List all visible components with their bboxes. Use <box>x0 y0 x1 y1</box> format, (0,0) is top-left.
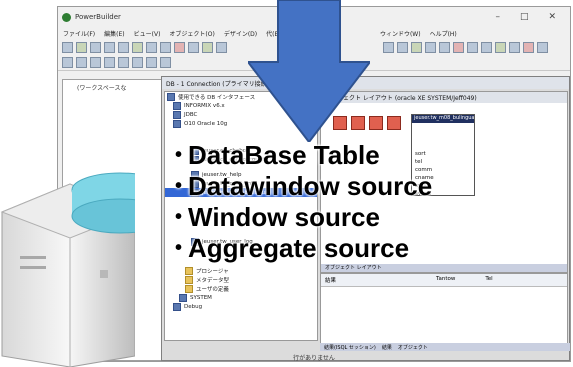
tab-isql-result[interactable]: 結果(ISQL セッション) <box>324 344 376 351</box>
toolbar-button-icon[interactable] <box>188 42 199 53</box>
tree-item[interactable]: SYSTEM <box>165 293 317 302</box>
table-object-icon[interactable] <box>387 116 401 130</box>
toolbar-button-icon[interactable] <box>537 42 548 53</box>
toolbar-button-icon[interactable] <box>202 42 213 53</box>
result-tabs: 結果(ISQL セッション) 結果 オブジェクト <box>320 343 570 351</box>
database-icon <box>173 110 181 119</box>
toolbar-button-icon[interactable] <box>216 42 227 53</box>
tree-item-folder[interactable]: ユーザの定義 <box>165 284 317 293</box>
down-arrow-icon <box>248 0 370 142</box>
menu-view[interactable]: ビュー(V) <box>134 29 161 38</box>
database-icon <box>173 119 181 128</box>
app-logo-icon <box>62 12 71 22</box>
toolbar-button-icon[interactable] <box>495 42 506 53</box>
toolbar-button-icon[interactable] <box>118 42 129 53</box>
toolbar-button-icon[interactable] <box>104 57 115 68</box>
result-pane[interactable]: 結果 Tantow Tel <box>320 273 568 345</box>
tab-object[interactable]: オブジェクト <box>398 344 428 351</box>
bullet-item: • Window source <box>175 202 380 232</box>
toolbar-button-icon[interactable] <box>160 57 171 68</box>
toolbar-button-icon[interactable] <box>104 42 115 53</box>
tree-item-folder[interactable]: プロシージャ <box>165 266 317 275</box>
toolbar-button-icon[interactable] <box>383 42 394 53</box>
toolbar-button-icon[interactable] <box>146 42 157 53</box>
close-button[interactable]: ✕ <box>548 12 556 22</box>
menu-edit[interactable]: 編集(E) <box>104 29 124 38</box>
database-icon <box>173 101 181 110</box>
toolbar-button-icon[interactable] <box>118 57 129 68</box>
toolbar-button-icon[interactable] <box>76 42 87 53</box>
workspace-label: (ワークスペースな <box>77 85 127 92</box>
bullet-item: • Datawindow source <box>175 171 433 201</box>
result-column-header[interactable]: Tel <box>485 276 492 284</box>
toolbar-button-icon[interactable] <box>425 42 436 53</box>
database-server-icon <box>0 172 135 367</box>
database-icon <box>167 92 175 101</box>
tab-result[interactable]: 結果 <box>382 344 392 351</box>
bullet-item: • Aggregate source <box>175 233 410 263</box>
folder-icon <box>185 266 193 275</box>
toolbar-button-icon[interactable] <box>467 42 478 53</box>
result-title: 結果 <box>325 278 337 284</box>
menu-help[interactable]: ヘルプ(H) <box>430 29 457 38</box>
toolbar-button-icon[interactable] <box>523 42 534 53</box>
database-icon <box>173 302 181 311</box>
toolbar-button-icon[interactable] <box>453 42 464 53</box>
toolbar-button-icon[interactable] <box>90 57 101 68</box>
toolbar-button-icon[interactable] <box>174 42 185 53</box>
toolbar-button-icon[interactable] <box>62 57 73 68</box>
toolbar-button-icon[interactable] <box>439 42 450 53</box>
minimize-button[interactable]: – <box>495 12 500 22</box>
toolbar-button-icon[interactable] <box>76 57 87 68</box>
toolbar-button-icon[interactable] <box>481 42 492 53</box>
folder-icon <box>185 284 193 293</box>
tree-item[interactable]: Debug <box>165 302 317 311</box>
toolbar-button-icon[interactable] <box>62 42 73 53</box>
database-icon <box>179 293 187 302</box>
feature-bullet-list: • DataBase Table • Datawindow source • Wind… <box>175 140 565 264</box>
bullet-item: • DataBase Table <box>175 140 380 170</box>
table-object-icon[interactable] <box>369 116 383 130</box>
toolbar-button-icon[interactable] <box>90 42 101 53</box>
maximize-button[interactable]: □ <box>520 12 529 22</box>
table-object-name: jeuser.tw_m08_bulingual <box>412 115 474 123</box>
menu-window[interactable]: ウィンドウ(W) <box>380 29 421 38</box>
toolbar-button-icon[interactable] <box>132 42 143 53</box>
result-column-header[interactable]: Tantow <box>436 276 455 284</box>
toolbar-button-icon[interactable] <box>160 42 171 53</box>
toolbar-button-icon[interactable] <box>146 57 157 68</box>
folder-icon <box>185 275 193 284</box>
toolbar-button-icon[interactable] <box>411 42 422 53</box>
tree-item-folder[interactable]: メタデータ型 <box>165 275 317 284</box>
result-header: 結果 Tantow Tel <box>321 274 567 287</box>
window-title: PowerBuilder <box>75 13 121 21</box>
menu-file[interactable]: ファイル(F) <box>63 29 95 38</box>
toolbar-button-icon[interactable] <box>509 42 520 53</box>
toolbar-button-icon[interactable] <box>132 57 143 68</box>
tab-object-layout[interactable]: オブジェクト レイアウト <box>321 264 567 272</box>
toolbar-button-icon[interactable] <box>397 42 408 53</box>
menu-object[interactable]: オブジェクト(O) <box>169 29 214 38</box>
